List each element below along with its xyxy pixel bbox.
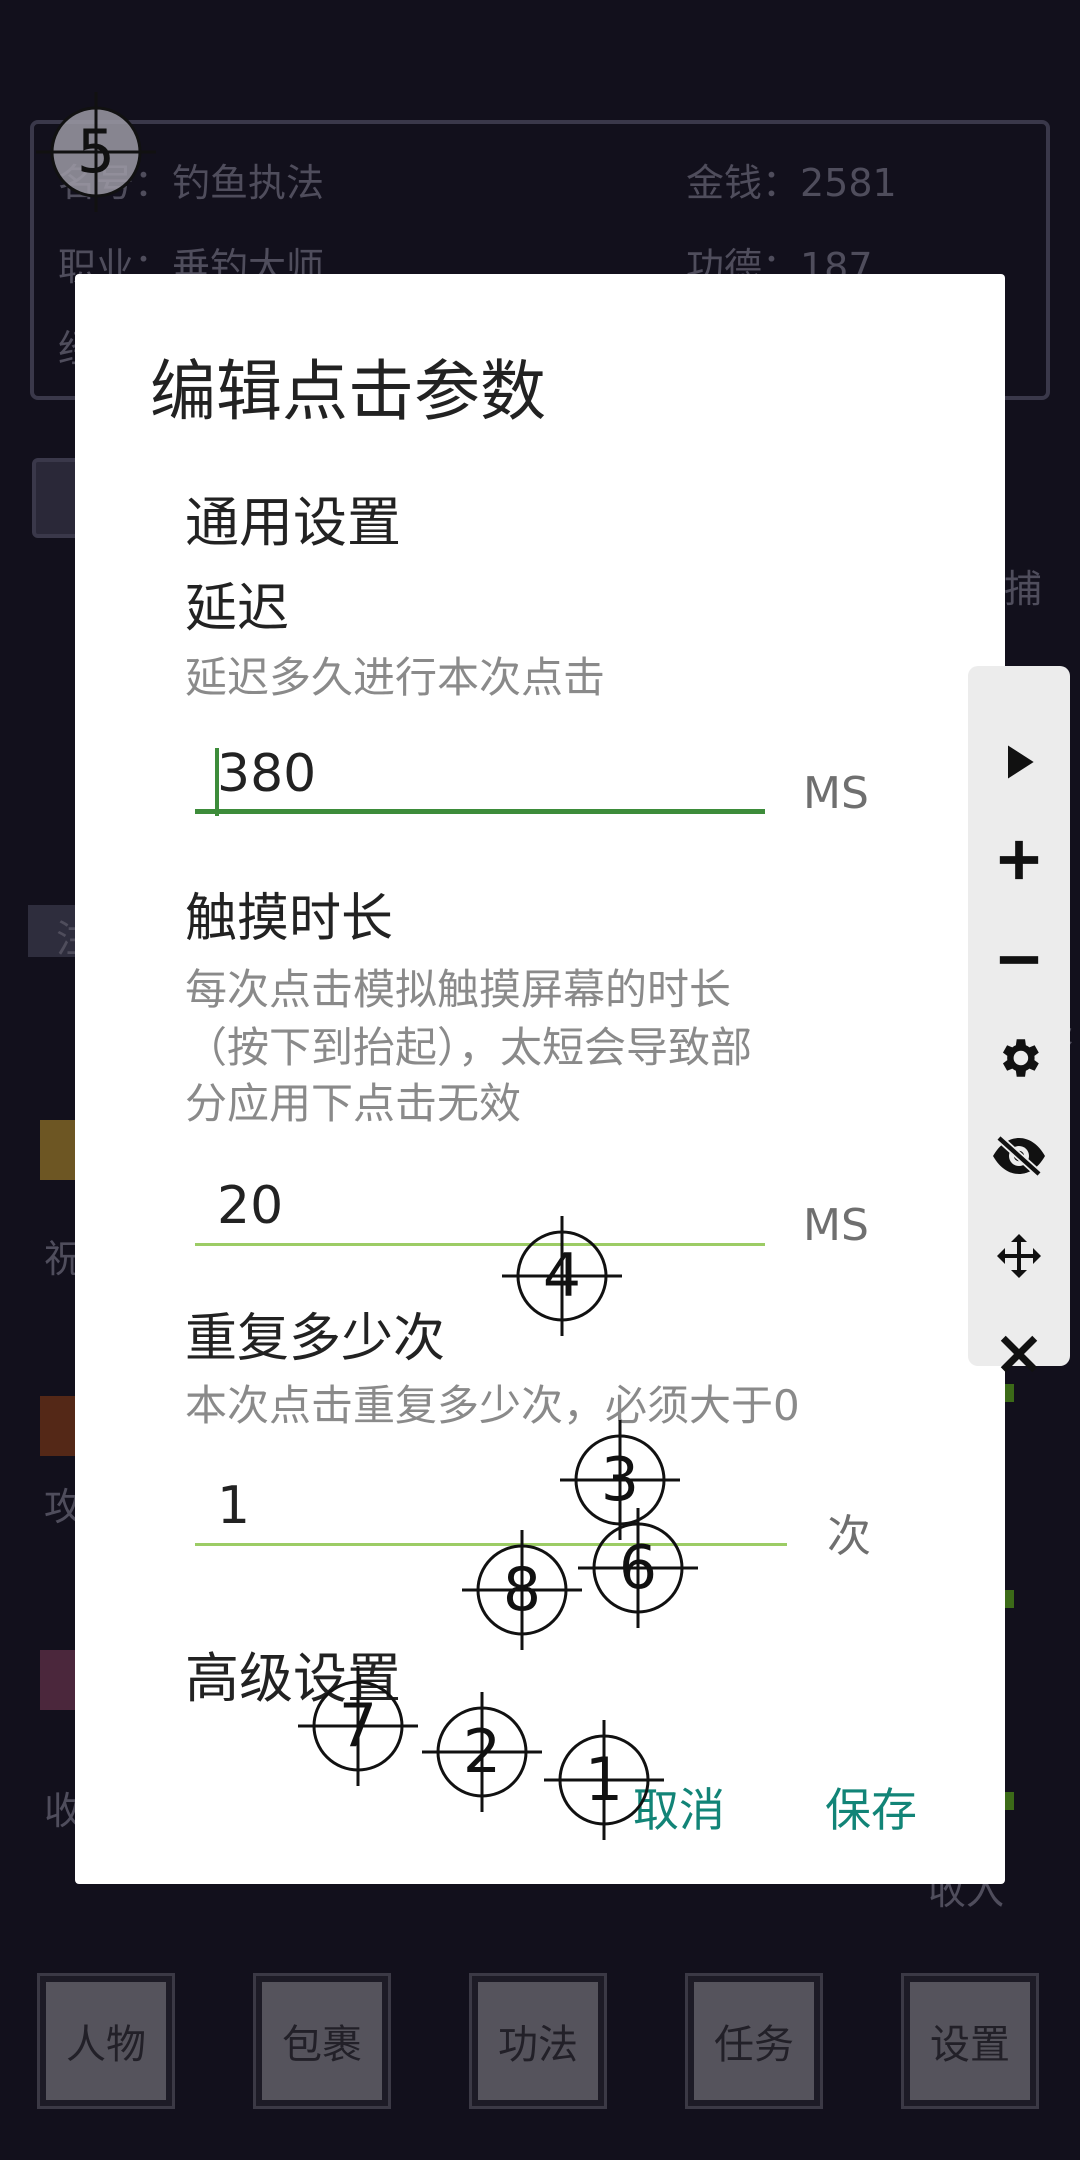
- settings-button[interactable]: [968, 1018, 1070, 1098]
- repeat-unit: 次: [827, 1511, 871, 1562]
- touch-duration-input[interactable]: 20: [195, 1176, 765, 1246]
- plus-icon: [999, 840, 1039, 880]
- click-point-marker[interactable]: 6: [576, 1506, 700, 1630]
- touch-duration-hint-line: 分应用下点击无效: [185, 1079, 522, 1128]
- touch-duration-unit: MS: [803, 1200, 869, 1251]
- close-button[interactable]: [968, 1314, 1070, 1394]
- marker-number: 2: [462, 1717, 502, 1787]
- add-point-button[interactable]: [968, 820, 1070, 900]
- touch-duration-hint-line: （按下到抬起），太短会导致部: [185, 1023, 753, 1072]
- nav-tasks-button[interactable]: 任务: [685, 1973, 823, 2109]
- floating-toolbar: [968, 666, 1070, 1373]
- repeat-hint: 本次点击重复多少次，必须大于0: [185, 1381, 800, 1430]
- hide-button[interactable]: [968, 1116, 1070, 1196]
- text-cursor: [215, 748, 219, 816]
- click-point-marker[interactable]: 8: [460, 1528, 584, 1652]
- remove-point-button[interactable]: [968, 920, 1070, 1000]
- marker-number: 8: [502, 1555, 542, 1625]
- play-button[interactable]: [968, 722, 1070, 802]
- click-point-marker[interactable]: 5: [34, 90, 158, 214]
- repeat-value: 1: [217, 1476, 251, 1536]
- click-point-marker[interactable]: 7: [296, 1664, 420, 1788]
- delay-unit: MS: [803, 768, 869, 819]
- move-icon: [997, 1234, 1041, 1278]
- close-icon: [1000, 1335, 1038, 1373]
- repeat-label: 重复多少次: [185, 1309, 446, 1369]
- marker-number: 7: [338, 1691, 378, 1761]
- nav-bag-button[interactable]: 包裹: [253, 1973, 391, 2109]
- minus-icon: [999, 956, 1039, 964]
- delay-hint: 延迟多久进行本次点击: [185, 653, 606, 702]
- marker-number: 5: [76, 117, 116, 187]
- indicator: [1004, 1792, 1014, 1810]
- move-button[interactable]: [968, 1216, 1070, 1296]
- nav-character-button[interactable]: 人物: [37, 1973, 175, 2109]
- play-icon: [1008, 745, 1034, 779]
- indicator: [1004, 1590, 1014, 1608]
- click-point-marker[interactable]: 2: [420, 1690, 544, 1814]
- marker-number: 6: [618, 1533, 658, 1603]
- gear-icon: [1002, 1039, 1039, 1077]
- dialog-title: 编辑点击参数: [150, 353, 546, 430]
- general-settings-heading: 通用设置: [185, 491, 401, 554]
- eye-off-icon: [993, 1135, 1045, 1177]
- delay-input[interactable]: 380: [195, 744, 765, 816]
- save-button[interactable]: 保存: [825, 1774, 917, 1840]
- marker-number: 4: [542, 1241, 582, 1311]
- touch-duration-value: 20: [217, 1176, 284, 1236]
- nav-settings-button[interactable]: 设置: [901, 1973, 1039, 2109]
- click-point-marker[interactable]: 4: [500, 1214, 624, 1338]
- money-label: 金钱：2581: [686, 161, 897, 205]
- touch-duration-label: 触摸时长: [185, 889, 394, 949]
- nav-skills-button[interactable]: 功法: [469, 1973, 607, 2109]
- delay-value: 380: [217, 744, 317, 804]
- touch-duration-hint-line: 每次点击模拟触摸屏幕的时长: [185, 965, 732, 1014]
- delay-label: 延迟: [185, 579, 290, 639]
- marker-number: 1: [584, 1745, 624, 1815]
- partial-text: 捕: [1004, 567, 1043, 611]
- click-point-marker[interactable]: 1: [542, 1718, 666, 1842]
